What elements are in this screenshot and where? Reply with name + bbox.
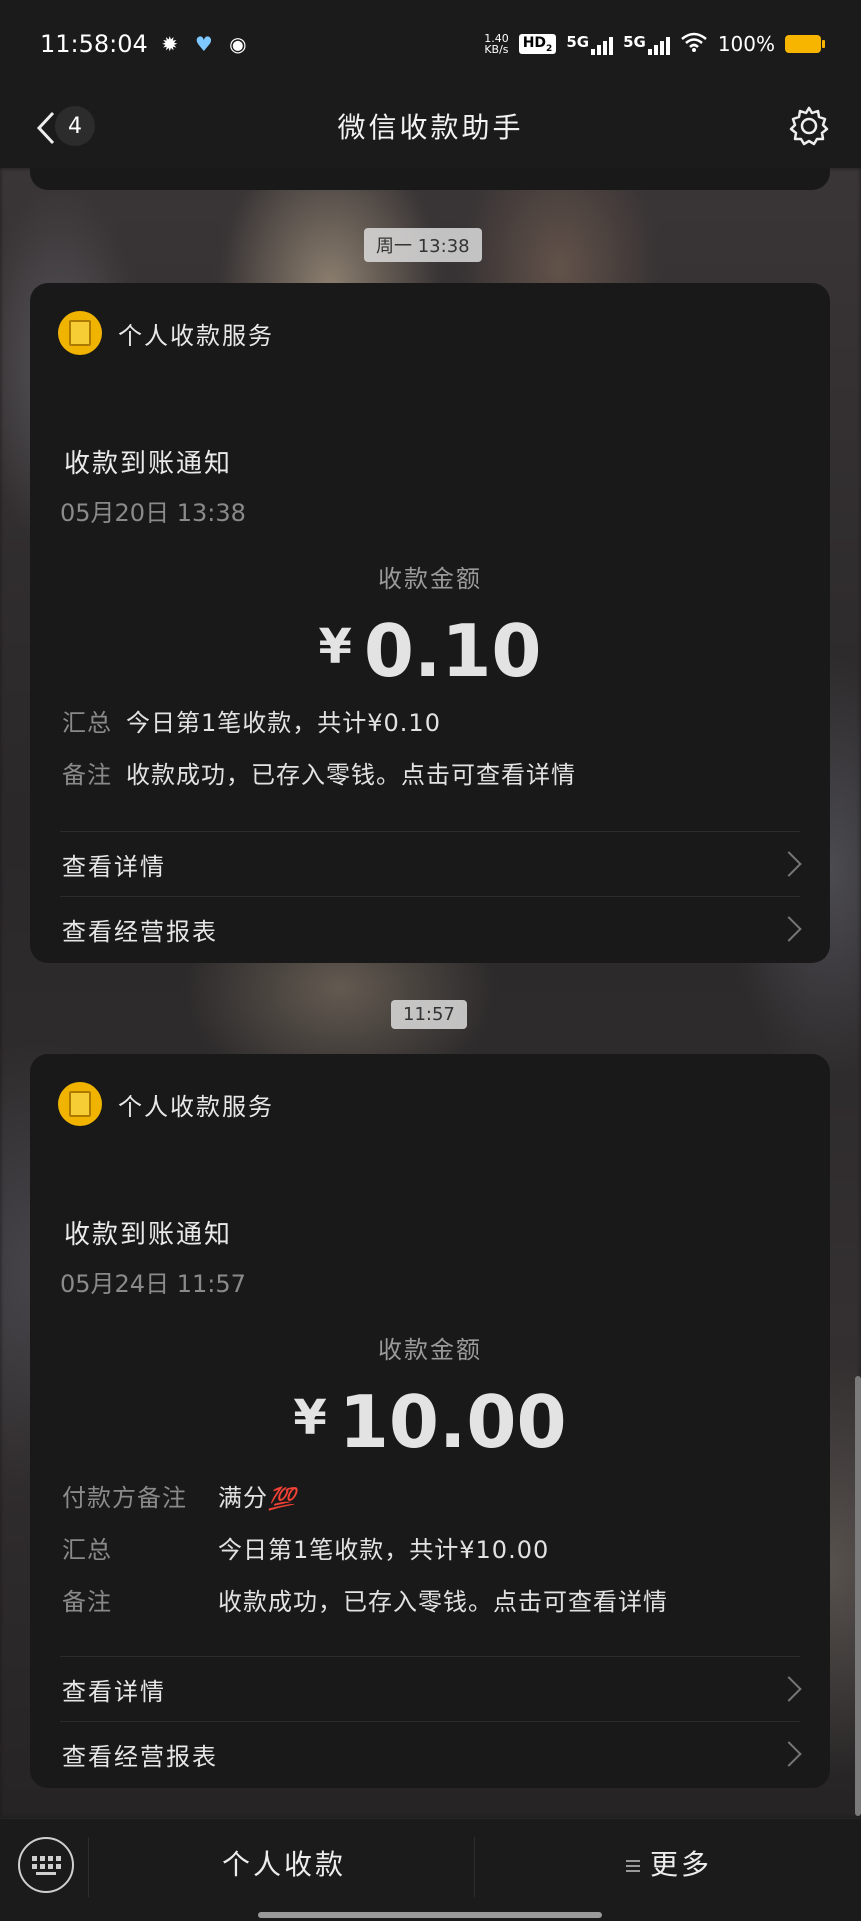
remark-key: 备注 — [62, 1588, 112, 1616]
network-speed-unit: KB/s — [484, 43, 509, 56]
view-report-link[interactable]: 查看经营报表 — [62, 897, 804, 961]
amount-number: 10.00 — [338, 1380, 567, 1464]
amount-value: ¥10.00 — [30, 1380, 830, 1464]
view-details-label: 查看详情 — [62, 852, 166, 881]
battery-percent: 100% — [717, 32, 775, 56]
currency-symbol: ¥ — [293, 1390, 327, 1446]
chevron-right-icon — [776, 1741, 802, 1767]
menu-separator — [88, 1837, 89, 1897]
notice-title: 收款到账通知 — [64, 1220, 233, 1250]
view-report-label: 查看经营报表 — [62, 917, 218, 946]
payer-note-text: 满分 — [218, 1484, 268, 1512]
wallet-icon — [58, 1082, 102, 1126]
summary-key: 汇总 — [62, 1536, 112, 1564]
menu-personal-payment[interactable]: 个人收款 — [222, 1843, 346, 1883]
hd-label: HD — [522, 34, 547, 51]
view-details-link[interactable]: 查看详情 — [62, 1657, 804, 1721]
payer-note-value: 满分💯 — [218, 1478, 296, 1513]
amount-label: 收款金额 — [378, 1336, 482, 1364]
menu-separator — [474, 1837, 475, 1897]
clock-status-icon: ◉ — [229, 32, 247, 56]
remark-key: 备注 — [62, 761, 112, 789]
wifi-icon — [680, 31, 708, 58]
menu-lines-icon — [626, 1857, 640, 1875]
chat-header: 4 微信收款助手 — [0, 88, 861, 168]
time-divider: 11:57 — [391, 1000, 467, 1029]
time-divider: 周一 13:38 — [364, 228, 482, 262]
summary-value: 今日第1笔收款，共计¥10.00 — [218, 1536, 550, 1564]
remark-value: 收款成功，已存入零钱。点击可查看详情 — [126, 761, 576, 789]
payment-notification-card[interactable]: 个人收款服务 收款到账通知 05月24日 11:57 收款金额 ¥10.00 付… — [30, 1054, 830, 1788]
service-header: 个人收款服务 — [58, 1082, 274, 1126]
chat-title: 微信收款助手 — [337, 111, 524, 144]
service-name: 个人收款服务 — [118, 321, 274, 350]
status-bar: 11:58:04 ✹ ♥ ◉ 1.40 KB/s HD2 5G 5G 100% — [0, 0, 861, 88]
battery-icon — [785, 35, 825, 53]
service-name: 个人收款服务 — [118, 1092, 274, 1121]
notice-date: 05月20日 13:38 — [60, 499, 246, 527]
wallet-icon — [58, 311, 102, 355]
summary-key: 汇总 — [62, 709, 112, 737]
service-header: 个人收款服务 — [58, 311, 274, 355]
settings-gear-status-icon: ✹ — [161, 32, 179, 56]
sim2-signal-icon: 5G — [623, 33, 670, 55]
payer-note-key: 付款方备注 — [62, 1484, 187, 1512]
previous-message-card[interactable] — [30, 168, 830, 190]
network-speed: 1.40 KB/s — [484, 33, 509, 55]
sim1-signal-icon: 5G — [566, 33, 614, 55]
gear-icon — [789, 106, 829, 146]
summary-row: 汇总 今日第1笔收款，共计¥0.10 — [62, 703, 441, 738]
chevron-right-icon — [776, 851, 802, 877]
scrollbar[interactable] — [855, 1376, 861, 1816]
menu-more-label: 更多 — [650, 1848, 713, 1881]
amount-number: 0.10 — [363, 609, 542, 693]
view-report-link[interactable]: 查看经营报表 — [62, 1722, 804, 1786]
view-details-link[interactable]: 查看详情 — [62, 832, 804, 896]
remark-value: 收款成功，已存入零钱。点击可查看详情 — [218, 1588, 668, 1616]
chevron-right-icon — [776, 1676, 802, 1702]
view-report-label: 查看经营报表 — [62, 1742, 218, 1771]
notice-date: 05月24日 11:57 — [60, 1270, 246, 1298]
home-indicator[interactable] — [258, 1912, 602, 1918]
currency-symbol: ¥ — [318, 619, 352, 675]
view-details-label: 查看详情 — [62, 1677, 166, 1706]
keyboard-icon — [31, 1855, 61, 1875]
chat-settings-button[interactable] — [787, 104, 831, 148]
amount-label: 收款金额 — [378, 565, 482, 593]
hd-voice-icon: HD2 — [518, 33, 557, 55]
remark-row: 备注 收款成功，已存入零钱。点击可查看详情 — [62, 755, 576, 790]
hundred-points-emoji: 💯 — [268, 1487, 297, 1512]
sim1-label: 5G — [566, 33, 590, 51]
chevron-right-icon — [776, 916, 802, 942]
payment-notification-card[interactable]: 个人收款服务 收款到账通知 05月20日 13:38 收款金额 ¥0.10 汇总… — [30, 283, 830, 963]
bottom-menu-bar: 个人收款 更多 — [0, 1818, 861, 1921]
amount-value: ¥0.10 — [30, 609, 830, 693]
sim2-label: 5G — [623, 33, 646, 51]
app-heart-status-icon: ♥ — [194, 32, 213, 56]
menu-more[interactable]: 更多 — [626, 1843, 712, 1883]
status-time: 11:58:04 — [40, 30, 148, 58]
summary-value: 今日第1笔收款，共计¥0.10 — [126, 709, 441, 737]
keyboard-toggle-button[interactable] — [18, 1837, 74, 1893]
hd-sub: 2 — [546, 43, 553, 54]
notice-title: 收款到账通知 — [64, 449, 233, 479]
